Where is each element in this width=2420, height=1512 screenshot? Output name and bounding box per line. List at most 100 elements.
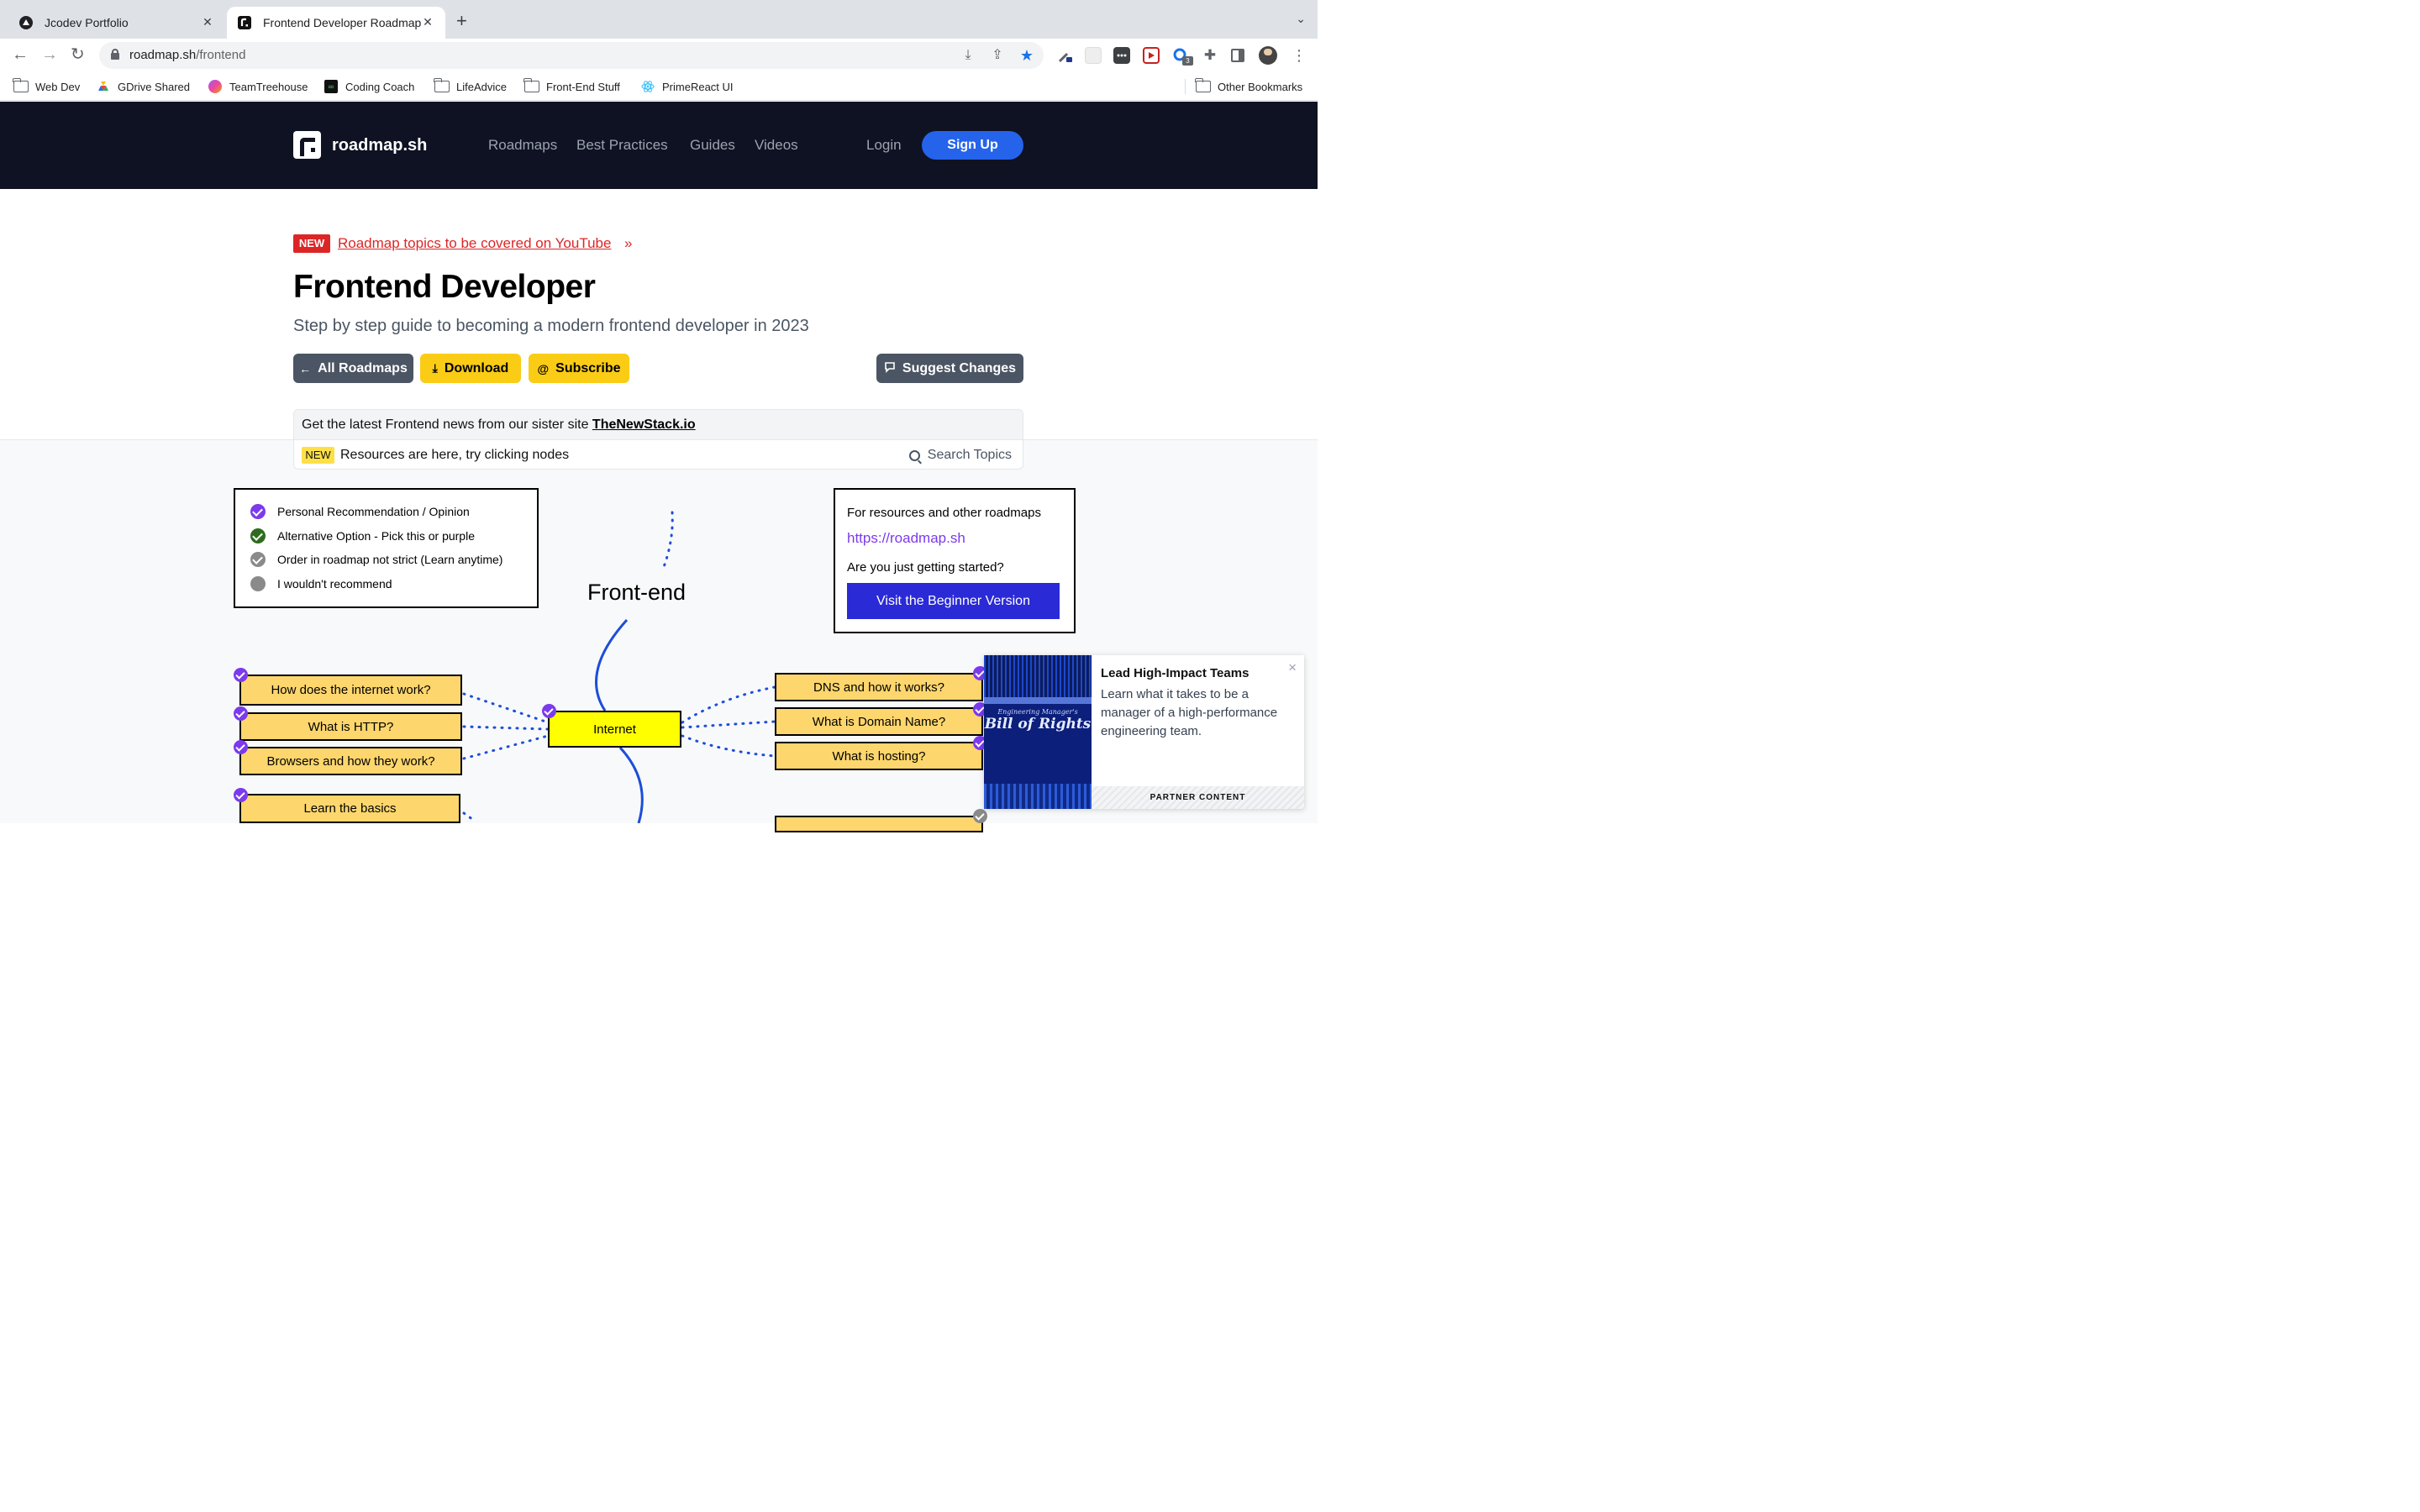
button-label: Search Topics — [927, 448, 1012, 462]
roadmap-logo-icon[interactable] — [293, 131, 321, 159]
more-menu-icon[interactable]: ⋮ — [1291, 47, 1307, 64]
tab-jcodev-portfolio[interactable]: Jcodev Portfolio ✕ — [0, 7, 225, 39]
ad-image[interactable]: Engineering Manager's Bill of Rights — [984, 655, 1092, 809]
login-link[interactable]: Login — [866, 137, 902, 154]
search-topics-button[interactable]: Search Topics — [908, 448, 1012, 463]
node-hosting[interactable]: What is hosting? — [775, 742, 983, 770]
legend-label: Personal Recommendation / Opinion — [277, 505, 470, 518]
legend-label: Alternative Option - Pick this or purple — [277, 529, 475, 543]
all-roadmaps-button[interactable]: ← All Roadmaps — [293, 354, 413, 383]
button-label: Subscribe — [555, 360, 621, 375]
node-domain-name[interactable]: What is Domain Name? — [775, 707, 983, 736]
install-app-icon[interactable]: ⤓ — [960, 47, 976, 64]
bookmark-gdrive-shared[interactable]: GDrive Shared — [97, 79, 190, 94]
newstack-link[interactable]: TheNewStack.io — [592, 417, 696, 432]
eyedropper-extension-icon[interactable] — [1057, 47, 1074, 64]
roadmap-logo-icon — [238, 16, 251, 29]
news-bar: Get the latest Frontend news from our si… — [294, 410, 1023, 440]
new-badge: NEW — [293, 234, 330, 253]
side-panel-icon[interactable] — [1231, 49, 1244, 62]
back-arrow-icon[interactable]: ← — [12, 45, 29, 64]
bookmark-other-bookmarks[interactable]: Other Bookmarks — [1195, 78, 1302, 94]
share-icon[interactable]: ⇪ — [989, 47, 1006, 64]
forward-arrow-icon[interactable]: → — [41, 45, 58, 64]
close-icon[interactable]: × — [1288, 659, 1297, 676]
resources-hint: Resources are here, try clicking nodes — [340, 448, 570, 462]
news-prefix: Get the latest Frontend news from our si… — [302, 417, 592, 432]
nav-videos[interactable]: Videos — [755, 137, 798, 154]
legend-label: I wouldn't recommend — [277, 577, 392, 591]
arrow-left-icon: ← — [299, 361, 312, 375]
tab-title: Frontend Developer Roadmap — [263, 16, 422, 29]
bookmark-web-dev[interactable]: Web Dev — [13, 78, 80, 94]
beginner-version-button[interactable]: Visit the Beginner Version — [847, 583, 1060, 619]
ad-image-pattern — [984, 784, 1092, 809]
legend-item: Alternative Option - Pick this or purple — [250, 528, 475, 543]
password-extension-icon[interactable] — [1113, 47, 1130, 64]
close-tab-icon[interactable]: ✕ — [420, 15, 435, 29]
close-tab-icon[interactable]: ✕ — [200, 15, 215, 29]
subscribe-button[interactable]: @ Subscribe — [529, 354, 629, 383]
sign-up-button[interactable]: Sign Up — [922, 131, 1023, 160]
nav-best-practices[interactable]: Best Practices — [576, 137, 668, 154]
google-drive-icon — [97, 80, 110, 93]
bookmark-star-icon[interactable]: ★ — [1018, 47, 1035, 64]
suggest-changes-button[interactable]: Suggest Changes — [876, 354, 1023, 383]
resources-heading: For resources and other roadmaps — [847, 506, 1041, 520]
new-tab-button[interactable]: + — [456, 12, 467, 30]
nav-roadmaps[interactable]: Roadmaps — [488, 137, 557, 154]
grid-extension-icon[interactable] — [1085, 47, 1102, 64]
puzzle-extensions-icon[interactable]: ✚ — [1202, 47, 1218, 64]
news-box: Get the latest Frontend news from our si… — [293, 409, 1023, 470]
site-logo-text[interactable]: roadmap.sh — [332, 136, 427, 155]
search-icon — [908, 449, 920, 461]
tab-frontend-roadmap[interactable]: Frontend Developer Roadmap ✕ — [227, 7, 445, 39]
page-title: Frontend Developer — [293, 269, 596, 305]
lock-icon[interactable] — [111, 49, 119, 60]
ad-title[interactable]: Lead High-Impact Teams — [1101, 666, 1249, 680]
settings-extension-icon[interactable]: 3 — [1172, 47, 1193, 66]
button-label: Suggest Changes — [902, 360, 1017, 375]
bookmark-front-end-stuff[interactable]: Front-End Stuff — [523, 78, 620, 94]
bookmarks-bar: Web Dev GDrive Shared TeamTreehouse ∞ Co… — [0, 72, 1318, 101]
grey-check-icon — [250, 552, 266, 567]
nav-guides[interactable]: Guides — [690, 137, 735, 154]
bookmark-teamtreehouse[interactable]: TeamTreehouse — [208, 79, 308, 94]
button-label: Download — [444, 360, 509, 375]
purple-check-icon — [234, 740, 248, 754]
download-icon: ⤓ — [432, 361, 438, 375]
address-bar[interactable]: roadmap.sh/frontend ⤓ ⇪ ★ — [99, 42, 1044, 69]
partner-ad-card[interactable]: Engineering Manager's Bill of Rights Lea… — [984, 655, 1304, 809]
youtube-topics-link[interactable]: Roadmap topics to be covered on YouTube — [338, 235, 611, 252]
bookmarks-divider — [1185, 79, 1186, 94]
download-button[interactable]: ⤓ Download — [420, 354, 521, 383]
node-dns[interactable]: DNS and how it works? — [775, 673, 983, 701]
node-browsers[interactable]: Browsers and how they work? — [239, 747, 462, 775]
bookmark-coding-coach[interactable]: ∞ Coding Coach — [324, 79, 414, 94]
new-badge: NEW — [302, 447, 334, 464]
url-text[interactable]: roadmap.sh/frontend — [129, 48, 245, 62]
node-what-is-http[interactable]: What is HTTP? — [239, 712, 462, 741]
node-how-internet-works[interactable]: How does the internet work? — [239, 675, 462, 706]
roadmap-legend: Personal Recommendation / Opinion Altern… — [234, 488, 539, 608]
button-label: All Roadmaps — [318, 360, 408, 375]
reload-icon[interactable]: ↻ — [71, 45, 85, 64]
roadmap-url-link[interactable]: https://roadmap.sh — [847, 530, 965, 547]
bookmark-primereact-ui[interactable]: PrimeReact UI — [641, 79, 734, 94]
ad-image-pattern — [984, 655, 1092, 697]
news-text: Get the latest Frontend news from our si… — [302, 417, 696, 433]
profile-avatar[interactable] — [1259, 46, 1277, 65]
tab-strip: Jcodev Portfolio ✕ Frontend Developer Ro… — [0, 0, 1318, 39]
legend-label: Order in roadmap not strict (Learn anyti… — [277, 553, 503, 566]
node-learn-basics[interactable]: Learn the basics — [239, 794, 460, 823]
grey-dot-icon — [250, 576, 266, 591]
bookmark-lifeadvice[interactable]: LifeAdvice — [434, 78, 507, 94]
purple-check-icon — [234, 668, 248, 682]
legend-item: I wouldn't recommend — [250, 576, 392, 591]
green-check-icon — [250, 528, 266, 543]
folder-icon — [434, 78, 450, 92]
video-extension-icon[interactable] — [1143, 47, 1160, 64]
node-internet[interactable]: Internet — [548, 711, 681, 748]
chevron-down-icon[interactable]: ⌄ — [1296, 12, 1306, 26]
node-next[interactable] — [775, 816, 983, 832]
